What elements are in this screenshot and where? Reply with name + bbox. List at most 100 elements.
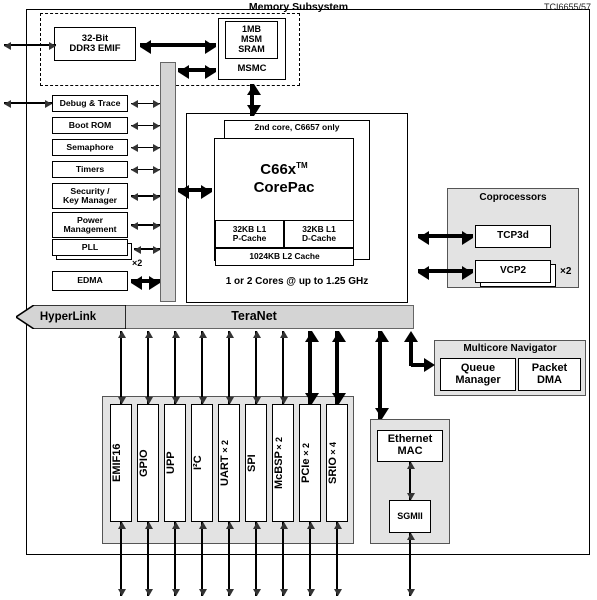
external-spi-line [255, 522, 257, 596]
teranet-peripheral-emif16-line [120, 331, 122, 404]
bus-security-key-manager-head-left [131, 192, 138, 201]
msm-sram-block: 1MB MSM SRAM [225, 21, 278, 59]
teranet-navigator-head-right [424, 357, 435, 372]
external-uart-head-down [225, 589, 234, 596]
block-label-line: Semaphore [66, 141, 114, 152]
peripheral-multiplier: ×2 [301, 443, 311, 459]
block-label-line: Boot ROM [68, 119, 112, 130]
teranet-peripheral-uart-head-up [225, 331, 234, 338]
external-upp-line [174, 522, 176, 596]
teranet-ethernet-head-down [374, 408, 389, 419]
bus-msmc-head-left [178, 64, 189, 79]
external-uart-line [228, 522, 230, 596]
corepac-subtitle: CorePac [253, 178, 315, 196]
peripheral-multiplier: ×2 [220, 440, 230, 456]
l1d-line2: D-Cache [302, 233, 336, 243]
teranet-peripheral-spi-line [255, 331, 257, 404]
internal-bus-bar [160, 62, 176, 302]
bus-power-management-head-left [131, 221, 138, 230]
bus-msmc-head-right [205, 64, 216, 79]
external-spi-head-up [252, 522, 261, 529]
external-pcie-line [309, 522, 311, 596]
teranet-vcp2-head-left [418, 265, 429, 280]
left-block-debug-trace: Debug & Trace [52, 95, 128, 112]
second-core-label: 2nd core, C6657 only [254, 122, 340, 132]
peripheral-label: UART ×2 [219, 440, 231, 486]
msmc-corepac-head-up [246, 84, 261, 95]
block-label-line: EDMA [77, 275, 103, 286]
tcp3d-block: TCP3d [475, 225, 551, 248]
external-ic-line [201, 522, 203, 596]
teranet-peripheral-ic-line [201, 331, 203, 404]
external-uart-head-up [225, 522, 234, 529]
external-gpio-head-up [144, 522, 153, 529]
teranet-peripheral-mcbsp-line [282, 331, 284, 404]
peripheral-label: SPI [246, 454, 258, 472]
peripheral-label: McBSP ×2 [273, 436, 285, 490]
bus-pll-head-left [134, 245, 141, 254]
ddr3-msmc-head-left [140, 39, 151, 54]
msmc-label: MSMC [237, 62, 267, 74]
teranet-peripheral-gpio-line [147, 331, 149, 404]
memory-subsystem-label: Memory Subsystem [248, 1, 349, 13]
peripheral-label: SRIO ×4 [327, 442, 339, 484]
bus-edma-head-left [131, 275, 142, 290]
external-ic-head-down [198, 589, 207, 596]
external-srio-head-down [333, 589, 342, 596]
peripheral-upp: UPP [164, 404, 186, 522]
packet-dma-line1: Packet [531, 361, 568, 374]
teranet-ethernet-line [378, 331, 382, 419]
external-emif16-head-up [117, 522, 126, 529]
msmc-corepac-head-down [246, 105, 261, 116]
peripheral-gpio: GPIO [137, 404, 159, 522]
external-pcie-head-down [306, 589, 315, 596]
teranet-peripheral-upp-head-down [171, 397, 180, 404]
external-gpio-head-down [144, 589, 153, 596]
peripheral-multiplier: ×2 [274, 436, 284, 452]
teranet-peripheral-mcbsp-head-down [279, 397, 288, 404]
bus-power-management-head-right [153, 221, 160, 230]
peripheral-label: PCIe ×2 [300, 443, 312, 483]
msm-sram-line3: SRAM [238, 43, 265, 54]
bus-timers-head-left [131, 166, 138, 174]
external-srio-head-up [333, 522, 342, 529]
multicore-navigator-label: Multicore Navigator [463, 343, 557, 354]
peripheral-srio: SRIO ×4 [326, 404, 348, 522]
external-emif16-line [120, 522, 122, 596]
ethmac-sgmii-head-up [406, 462, 415, 469]
bus-boot-rom-head-right [153, 122, 160, 130]
teranet-peripheral-uart-line [228, 331, 230, 404]
bus-semaphore-head-left [131, 144, 138, 152]
external-mcbsp-head-down [279, 589, 288, 596]
peripheral-spi: SPI [245, 404, 267, 522]
left-block-timers: Timers [52, 161, 128, 178]
external-sgmii-head-down [406, 589, 415, 596]
teranet-peripheral-ic-head-up [198, 331, 207, 338]
l1p-line2: P-Cache [232, 233, 267, 243]
corepac-title: C66xTM CorePac [215, 161, 353, 196]
teranet-navigator-head-up [404, 331, 418, 342]
queue-manager-line1: Queue [460, 361, 496, 374]
teranet-tcp3d-head-right [462, 230, 473, 245]
teranet-peripheral-srio-head-down [331, 393, 346, 404]
external-gpio-line [147, 522, 149, 596]
ethernet-mac-line2: MAC [397, 445, 423, 457]
peripheral-label: I²C [192, 455, 204, 471]
external-srio-line [336, 522, 338, 596]
external-sgmii-line [409, 533, 411, 596]
bus-edma-head-right [149, 275, 160, 290]
ddr3-msmc-head-right [205, 39, 216, 54]
bus-debug-trace-head-left [131, 100, 138, 108]
teranet-peripheral-upp-line [174, 331, 176, 404]
vcp2-multiplier-label: ×2 [560, 266, 572, 277]
teranet-peripheral-emif16-head-up [117, 331, 126, 338]
external-pcie-head-up [306, 522, 315, 529]
pll-block: PLL [52, 239, 128, 256]
external-upp-head-up [171, 522, 180, 529]
teranet-peripheral-gpio-head-up [144, 331, 153, 338]
external-sgmii-head-up [406, 533, 415, 540]
ddr3-emif-block: 32-Bit DDR3 EMIF [54, 27, 136, 61]
teranet-peripheral-emif16-head-down [117, 397, 126, 404]
l1-p-cache-block: 32KB L1 P-Cache [215, 220, 284, 248]
trademark-symbol: TM [296, 161, 308, 170]
